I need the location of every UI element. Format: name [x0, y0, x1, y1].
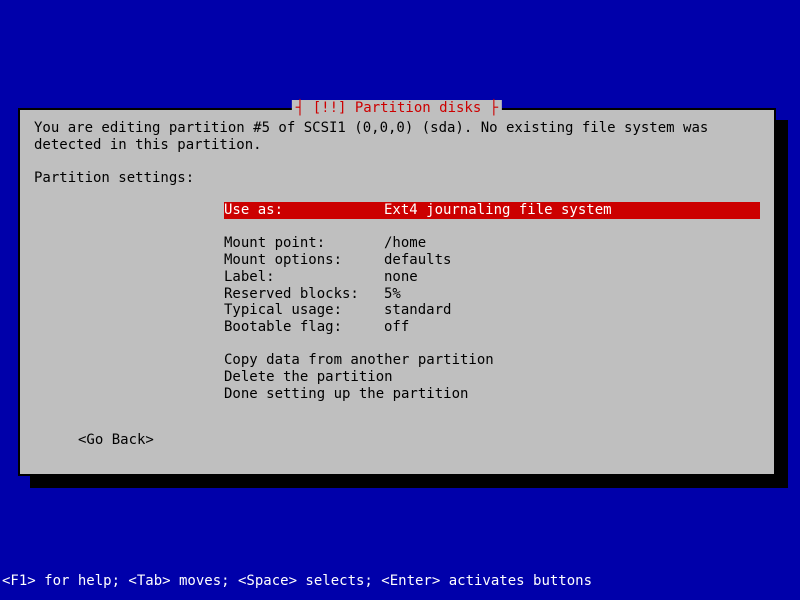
setting-label: Typical usage:	[224, 302, 384, 319]
action-delete-partition[interactable]: Delete the partition	[224, 369, 760, 386]
subtitle: Partition settings:	[34, 170, 760, 187]
spacer	[224, 219, 760, 235]
title-text: [!!] Partition disks	[313, 100, 482, 116]
title-bracket-right: ├	[481, 100, 498, 116]
setting-label: Reserved blocks:	[224, 286, 384, 303]
setting-label: Use as:	[224, 202, 384, 219]
setting-value: defaults	[384, 252, 451, 269]
action-done-setting-up[interactable]: Done setting up the partition	[224, 386, 760, 403]
setting-value: 5%	[384, 286, 401, 303]
setting-mount-point[interactable]: Mount point:/home	[224, 235, 760, 252]
intro-text: You are editing partition #5 of SCSI1 (0…	[34, 120, 760, 154]
setting-label: Mount options:	[224, 252, 384, 269]
setting-label: Bootable flag:	[224, 319, 384, 336]
partition-dialog: ┤ [!!] Partition disks ├ You are editing…	[18, 108, 776, 476]
setting-value: none	[384, 269, 418, 286]
setting-value: off	[384, 319, 409, 336]
title-bracket-left: ┤	[296, 100, 313, 116]
action-copy-data[interactable]: Copy data from another partition	[224, 352, 760, 369]
setting-value: /home	[384, 235, 426, 252]
setting-label: Label:	[224, 269, 384, 286]
setting-value: standard	[384, 302, 451, 319]
help-bar: <F1> for help; <Tab> moves; <Space> sele…	[2, 573, 592, 590]
dialog-content: You are editing partition #5 of SCSI1 (0…	[20, 110, 774, 459]
setting-bootable-flag[interactable]: Bootable flag:off	[224, 319, 760, 336]
setting-use-as[interactable]: Use as:Ext4 journaling file system	[224, 202, 760, 219]
setting-value: Ext4 journaling file system	[384, 202, 612, 219]
setting-label: Mount point:	[224, 235, 384, 252]
setting-typical-usage[interactable]: Typical usage:standard	[224, 302, 760, 319]
actions-list: Copy data from another partition Delete …	[224, 352, 760, 402]
dialog-title: ┤ [!!] Partition disks ├	[292, 100, 502, 117]
go-back-button[interactable]: <Go Back>	[78, 432, 760, 449]
setting-label-field[interactable]: Label:none	[224, 269, 760, 286]
settings-list: Use as:Ext4 journaling file system Mount…	[224, 202, 760, 336]
setting-reserved-blocks[interactable]: Reserved blocks:5%	[224, 286, 760, 303]
setting-mount-options[interactable]: Mount options:defaults	[224, 252, 760, 269]
